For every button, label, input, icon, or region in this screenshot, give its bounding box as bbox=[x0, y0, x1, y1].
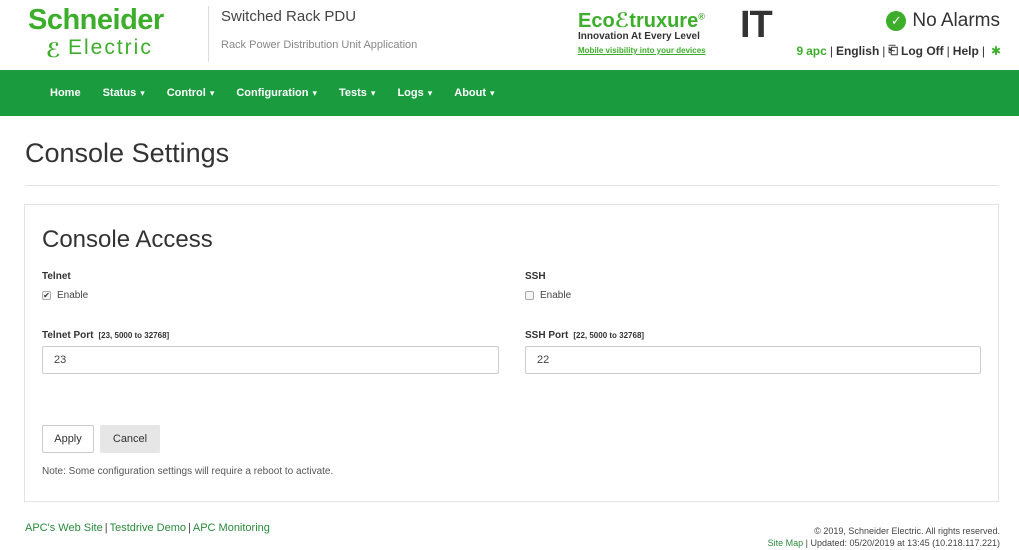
updated-text: Updated: 05/20/2019 at 13:45 (10.218.117… bbox=[810, 538, 1001, 548]
footer-links: APC's Web Site | Testdrive Demo | APC Monito… bbox=[25, 522, 270, 534]
telnet-enable-row[interactable]: ✔ Enable bbox=[42, 290, 88, 301]
app-name: Switched Rack PDU bbox=[221, 8, 357, 25]
it-mark: IT bbox=[740, 4, 773, 46]
caret-down-icon: ▾ bbox=[312, 88, 317, 98]
cancel-button[interactable]: Cancel bbox=[100, 425, 160, 453]
nav-logs[interactable]: Logs ▾ bbox=[397, 87, 432, 99]
app-subtitle: Rack Power Distribution Unit Application bbox=[221, 39, 418, 51]
ssh-enable-label: Enable bbox=[540, 290, 572, 301]
ssh-port-label-text: SSH Port bbox=[525, 330, 569, 341]
ssh-port-input[interactable]: 22 bbox=[525, 346, 981, 374]
title-divider bbox=[25, 185, 999, 186]
nav-about[interactable]: About ▾ bbox=[454, 87, 494, 99]
nav-label: Control bbox=[166, 87, 206, 99]
nav-label: Configuration bbox=[236, 87, 309, 99]
caret-down-icon: ▾ bbox=[209, 88, 215, 98]
ecostruxure-badge: Ecoℰtruxure® Innovation At Every Level M… bbox=[578, 8, 738, 62]
main-nav: Home Status ▾ Control ▾ Configuration ▾ Tes… bbox=[0, 70, 1019, 116]
life-is-on-icon: ℰ bbox=[46, 40, 61, 62]
apc-monitoring-link[interactable]: APC Monitoring bbox=[193, 522, 270, 534]
section-title: Console Access bbox=[42, 226, 213, 253]
schneider-electric-logo[interactable]: Schneider ℰ Electric bbox=[28, 4, 198, 64]
ssh-port-hint: [22, 5000 to 32768] bbox=[573, 331, 645, 340]
telnet-port-label-text: Telnet Port bbox=[42, 330, 94, 341]
pin-icon[interactable]: ✱ bbox=[991, 44, 1001, 58]
app-title-block: Switched Rack PDU Rack Power Distributio… bbox=[208, 6, 417, 62]
divider: | bbox=[946, 43, 950, 58]
nav-status[interactable]: Status ▾ bbox=[103, 87, 145, 99]
telnet-port-input[interactable]: 23 bbox=[42, 346, 499, 374]
testdrive-demo-link[interactable]: Testdrive Demo bbox=[110, 522, 186, 534]
ssh-enable-row[interactable]: Enable bbox=[525, 290, 571, 301]
user-icon: 9 bbox=[796, 43, 804, 58]
header: Schneider ℰ Electric Switched Rack PDU R… bbox=[0, 0, 1019, 70]
telnet-enable-label: Enable bbox=[57, 290, 89, 301]
mobile-visibility-link[interactable]: Mobile visibility into your devices bbox=[578, 46, 738, 55]
language-link[interactable]: English bbox=[836, 44, 879, 58]
updated-line: Site Map | Updated: 05/20/2019 at 13:45 … bbox=[768, 538, 1000, 548]
reboot-note: Note: Some configuration settings will r… bbox=[42, 466, 334, 477]
ecostruxure-logo: Ecoℰtruxure® bbox=[578, 8, 738, 33]
apply-button[interactable]: Apply bbox=[42, 425, 94, 453]
ssh-port-label: SSH Port [22, 5000 to 32768] bbox=[525, 330, 644, 341]
telnet-port-label: Telnet Port [23, 5000 to 32768] bbox=[42, 330, 169, 341]
eco-brand-right: truxure bbox=[629, 10, 699, 32]
user-bar: 9 apc | English | ⎗ Log Off | Help | ✱ bbox=[796, 43, 1001, 58]
console-access-panel: Console Access Telnet ✔ Enable SSH Enabl… bbox=[24, 204, 999, 502]
caret-down-icon: ▾ bbox=[140, 88, 145, 98]
nav-label: About bbox=[454, 87, 487, 99]
caret-down-icon: ▾ bbox=[370, 88, 376, 98]
page-title: Console Settings bbox=[25, 138, 230, 168]
nav-label: Home bbox=[50, 87, 81, 99]
divider: | bbox=[104, 522, 108, 534]
logo-wordmark-bottom: Electric bbox=[68, 36, 153, 59]
divider: | bbox=[981, 43, 985, 58]
telnet-enable-checkbox[interactable]: ✔ bbox=[42, 291, 51, 300]
telnet-port-hint: [23, 5000 to 32768] bbox=[98, 331, 170, 340]
ecostruxure-mark-icon: ℰ bbox=[614, 10, 630, 32]
nav-tests[interactable]: Tests ▾ bbox=[339, 87, 375, 99]
divider: | bbox=[882, 43, 886, 58]
ssh-label: SSH bbox=[525, 271, 546, 282]
eco-tagline: Innovation At Every Level bbox=[578, 31, 700, 42]
nav-configuration[interactable]: Configuration ▾ bbox=[236, 87, 317, 99]
nav-label: Status bbox=[102, 87, 137, 99]
divider: | bbox=[829, 43, 833, 58]
nav-label: Tests bbox=[339, 87, 367, 99]
caret-down-icon: ▾ bbox=[490, 88, 495, 98]
nav-label: Logs bbox=[397, 87, 424, 99]
nav-control[interactable]: Control ▾ bbox=[167, 87, 215, 99]
alarm-status[interactable]: ✓ No Alarms bbox=[886, 10, 1000, 32]
ssh-enable-checkbox[interactable] bbox=[525, 291, 534, 300]
logoff-icon: ⎗ bbox=[888, 43, 899, 57]
apc-website-link[interactable]: APC's Web Site bbox=[25, 522, 103, 534]
caret-down-icon: ▾ bbox=[427, 88, 433, 98]
eco-brand-left: Eco bbox=[578, 10, 615, 32]
nav-home[interactable]: Home bbox=[50, 87, 81, 99]
logoff-link[interactable]: Log Off bbox=[901, 44, 944, 58]
alarm-status-text: No Alarms bbox=[912, 10, 1000, 31]
user-name[interactable]: apc bbox=[806, 44, 827, 58]
trademark-icon: ® bbox=[698, 11, 705, 22]
copyright: © 2019, Schneider Electric. All rights r… bbox=[814, 526, 1000, 536]
help-link[interactable]: Help bbox=[953, 44, 979, 58]
divider: | bbox=[188, 522, 191, 534]
site-map-link[interactable]: Site Map bbox=[768, 538, 804, 548]
check-circle-icon: ✓ bbox=[886, 11, 907, 31]
logo-wordmark-top: Schneider bbox=[28, 4, 164, 36]
telnet-label: Telnet bbox=[42, 271, 71, 282]
